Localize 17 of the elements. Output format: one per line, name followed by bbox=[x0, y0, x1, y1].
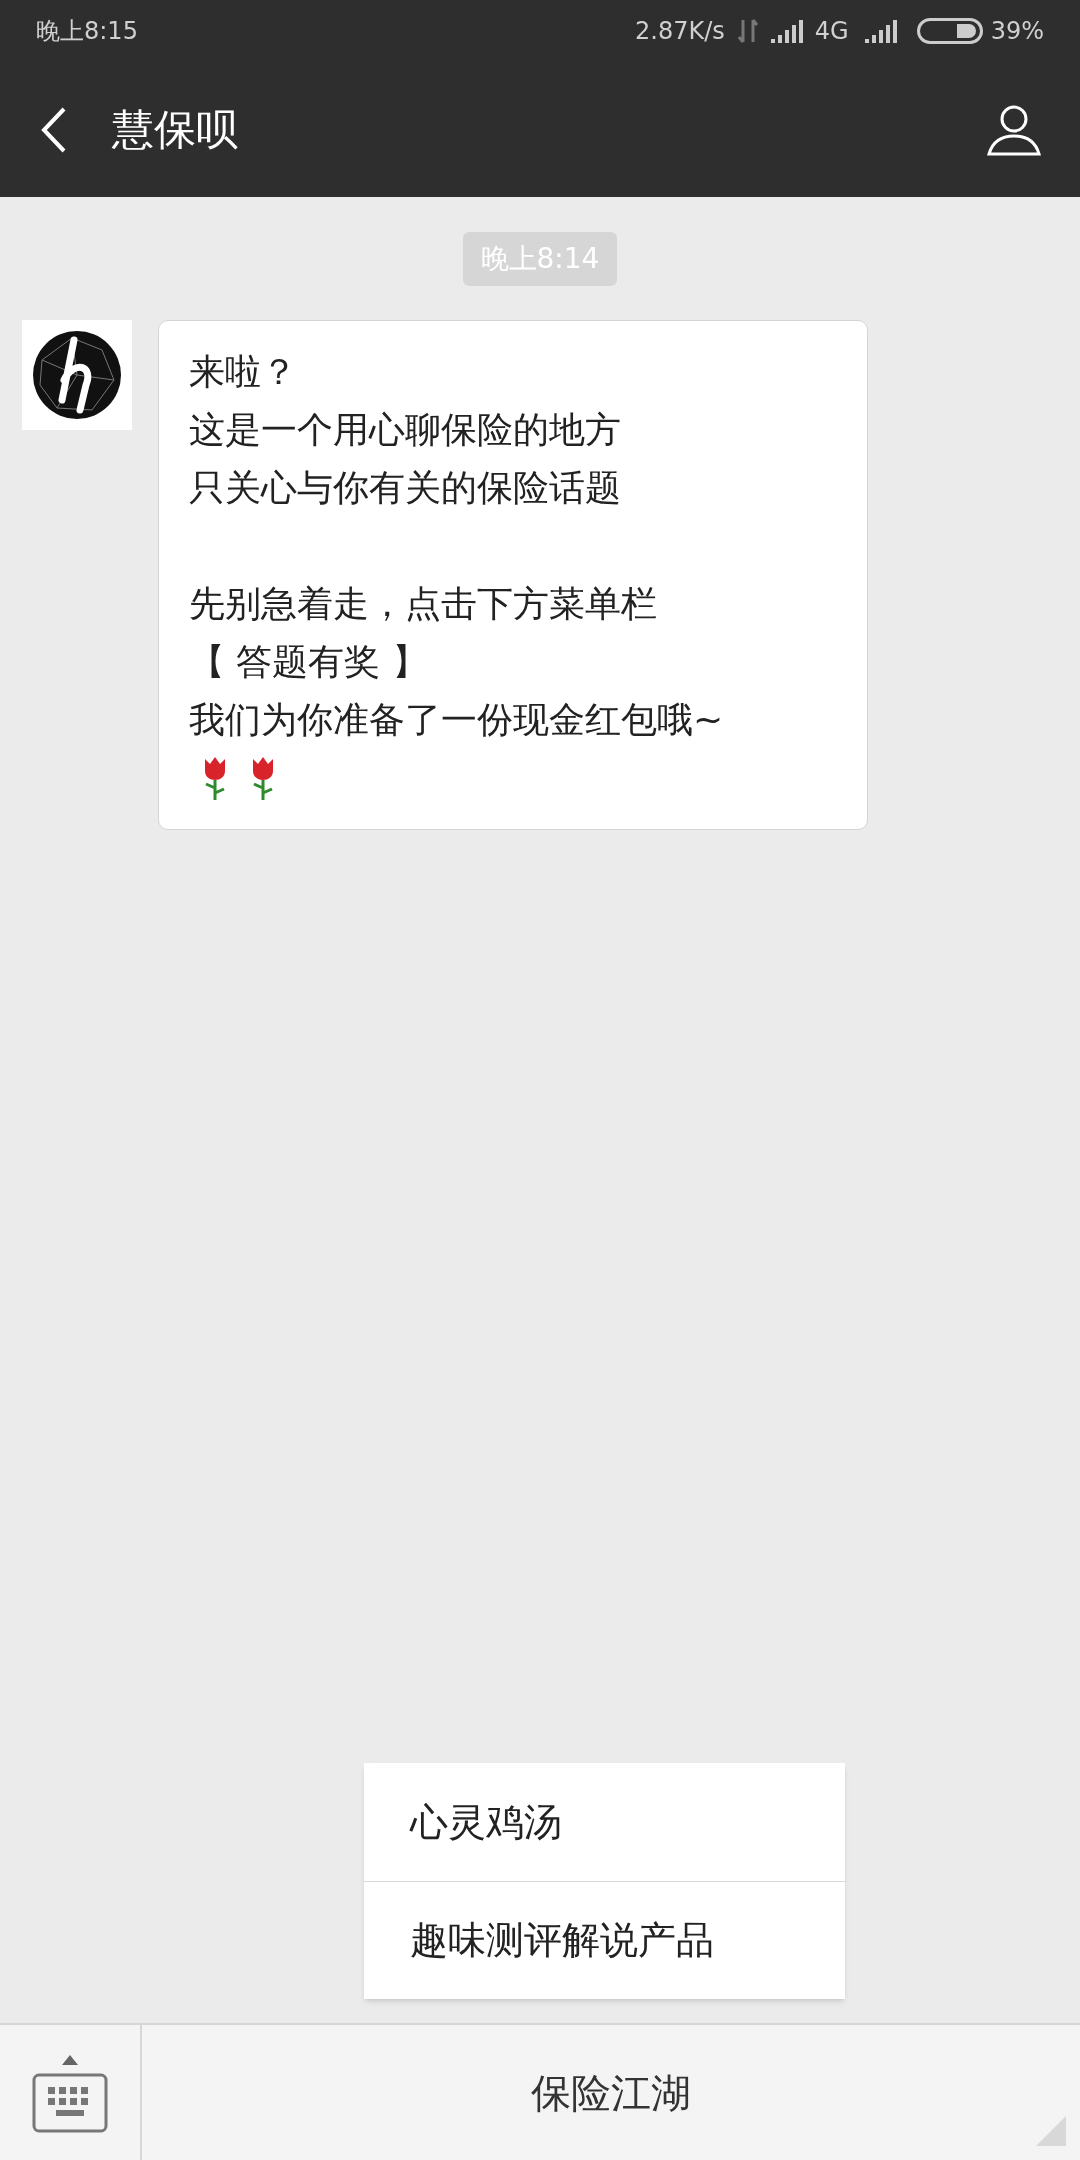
chat-title: 慧保呗 bbox=[112, 104, 238, 156]
message-text: 这是一个用心聊保险的地方 bbox=[189, 408, 622, 452]
battery-percent: 39% bbox=[990, 16, 1044, 47]
message-text: 只关心与你有关的保险话题 bbox=[189, 466, 622, 510]
battery-icon bbox=[916, 18, 983, 44]
status-time: 晚上8:15 bbox=[36, 16, 138, 47]
network-speed: 2.87K/s bbox=[635, 16, 725, 47]
corner-icon bbox=[1036, 2116, 1066, 2146]
submenu-item[interactable]: 心灵鸡汤 bbox=[364, 1763, 845, 1881]
network-type: 4G bbox=[814, 16, 849, 47]
message-text: 来啦？ bbox=[189, 350, 298, 394]
keyboard-icon bbox=[32, 2053, 108, 2133]
data-transfer-icon bbox=[736, 18, 759, 44]
message-text: 我们为你准备了一份现金红包哦~ bbox=[189, 698, 725, 742]
message-text: 先别急着走，点击下方菜单栏 bbox=[189, 582, 658, 626]
message-text: 【 答题有奖 】 bbox=[189, 640, 429, 684]
submenu-item[interactable]: 趣味测评解说产品 bbox=[364, 1881, 845, 1999]
